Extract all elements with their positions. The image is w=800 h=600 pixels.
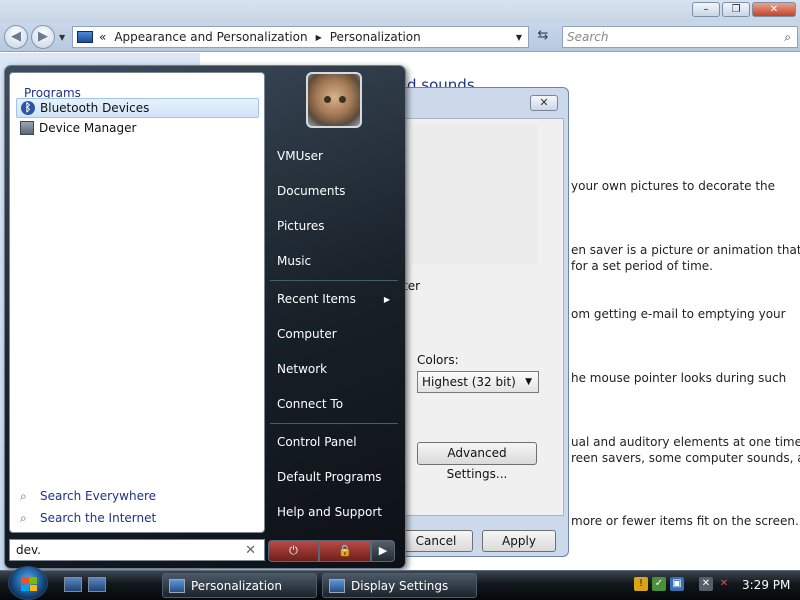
- search-internet-label: Search the Internet: [40, 511, 157, 525]
- program-label: Bluetooth Devices: [40, 101, 150, 115]
- colors-label: Colors:: [417, 353, 459, 367]
- submenu-arrow-icon: ▶: [383, 294, 390, 304]
- screen-saver-description-2: for a set period of time.: [571, 259, 713, 273]
- display-settings-description: more or fewer items fit on the screen.: [571, 514, 799, 528]
- search-everywhere-link[interactable]: ⌕ Search Everywhere: [20, 487, 156, 505]
- navigation-bar: ◀ ▶ ▼ « Appearance and Personalization ▶…: [0, 22, 800, 52]
- start-search-input[interactable]: dev. ✕: [9, 539, 265, 561]
- mouse-pointer-description: he mouse pointer looks during such: [571, 371, 787, 385]
- control-panel-icon: [77, 31, 93, 43]
- search-icon: ⌕: [20, 489, 27, 503]
- start-button[interactable]: [8, 566, 48, 600]
- device-manager-icon: [20, 121, 34, 135]
- menu-item-recent-items[interactable]: Recent Items ▶: [270, 284, 398, 314]
- menu-item-pictures[interactable]: Pictures: [270, 211, 398, 241]
- taskbar-button-personalization[interactable]: Personalization: [162, 573, 317, 598]
- maximize-button[interactable]: ❐: [722, 2, 750, 17]
- network-tray-icon[interactable]: ▣: [670, 577, 684, 591]
- recent-items-label: Recent Items: [277, 292, 356, 306]
- volume-muted-icon[interactable]: ✕: [717, 577, 731, 591]
- chevron-down-icon: ▼: [525, 377, 532, 387]
- menu-divider: [270, 423, 398, 424]
- monitor-preview[interactable]: [411, 125, 538, 265]
- address-bar[interactable]: « Appearance and Personalization ▶ Perso…: [72, 26, 529, 48]
- avatar-eye: [324, 96, 331, 103]
- lock-button[interactable]: 🔒: [319, 540, 371, 562]
- clear-search-icon[interactable]: ✕: [245, 543, 256, 558]
- menu-item-music[interactable]: Music: [270, 246, 398, 276]
- shutdown-options-arrow[interactable]: ▶: [371, 540, 395, 562]
- apply-button[interactable]: Apply: [482, 530, 556, 552]
- menu-item-network[interactable]: Network: [270, 354, 398, 384]
- menu-item-default-programs[interactable]: Default Programs: [270, 462, 398, 492]
- menu-item-user[interactable]: VMUser: [270, 141, 398, 171]
- search-input[interactable]: Search ⌕: [562, 26, 798, 48]
- taskbar-button-display-settings[interactable]: Display Settings: [322, 573, 477, 598]
- program-item-bluetooth[interactable]: ᛒ Bluetooth Devices: [16, 98, 259, 118]
- close-window-button[interactable]: ✕: [752, 2, 796, 17]
- dialog-close-button[interactable]: ✕: [530, 95, 558, 111]
- menu-divider: [270, 280, 398, 281]
- taskbar-button-label: Display Settings: [351, 578, 449, 593]
- breadcrumb-separator-icon[interactable]: ▶: [316, 33, 322, 42]
- breadcrumb-personalization[interactable]: Personalization: [330, 30, 421, 44]
- power-button[interactable]: ⏻: [268, 540, 319, 562]
- window-title-bar: – ❐ ✕: [0, 0, 800, 22]
- program-label: Device Manager: [39, 121, 137, 135]
- display-settings-dialog: ✕ ter Colors: Highest (32 bit) ▼ Advance…: [395, 87, 569, 557]
- start-menu-results-pane: Programs ᛒ Bluetooth Devices Device Mana…: [9, 72, 265, 533]
- advanced-settings-button[interactable]: Advanced Settings...: [417, 442, 537, 481]
- address-dropdown-icon[interactable]: ▼: [516, 33, 522, 42]
- search-placeholder: Search: [567, 30, 609, 44]
- start-menu: Programs ᛒ Bluetooth Devices Device Mana…: [4, 65, 406, 569]
- user-avatar[interactable]: [306, 72, 362, 128]
- search-icon: ⌕: [20, 511, 27, 525]
- colors-value: Highest (32 bit): [422, 375, 516, 389]
- security-alert-icon[interactable]: !: [634, 577, 648, 591]
- clock[interactable]: 3:29 PM: [742, 578, 790, 592]
- back-button[interactable]: ◀: [4, 25, 28, 49]
- breadcrumb-appearance[interactable]: Appearance and Personalization: [114, 30, 307, 44]
- network-disconnected-icon[interactable]: ✕: [699, 577, 713, 591]
- taskbar-button-label: Personalization: [191, 578, 282, 593]
- menu-item-computer[interactable]: Computer: [270, 319, 398, 349]
- show-desktop-icon[interactable]: [64, 577, 82, 592]
- desktop-background-description: your own pictures to decorate the: [571, 179, 776, 193]
- windows-update-icon[interactable]: ✓: [652, 577, 666, 591]
- menu-item-connect-to[interactable]: Connect To: [270, 389, 398, 419]
- search-everywhere-label: Search Everywhere: [40, 489, 156, 503]
- start-search-value: dev.: [16, 543, 41, 557]
- personalization-icon: [169, 578, 185, 593]
- screen-saver-description: en saver is a picture or animation that: [571, 243, 800, 257]
- breadcrumb-prefix[interactable]: «: [99, 30, 106, 44]
- switch-windows-icon[interactable]: [88, 577, 106, 592]
- windows-logo-icon: [21, 577, 37, 591]
- menu-item-control-panel[interactable]: Control Panel: [270, 427, 398, 457]
- power-controls: ⏻ 🔒 ▶: [268, 540, 395, 562]
- window-controls: – ❐ ✕: [692, 2, 796, 17]
- theme-description-2: reen savers, some computer sounds, and: [571, 451, 800, 465]
- refresh-icon[interactable]: ⇆: [532, 28, 554, 46]
- avatar-eye: [339, 96, 346, 103]
- search-icon[interactable]: ⌕: [784, 30, 791, 45]
- menu-item-help-support[interactable]: Help and Support: [270, 497, 398, 527]
- cancel-button[interactable]: Cancel: [399, 530, 473, 552]
- recent-pages-dropdown[interactable]: ▼: [59, 33, 65, 42]
- bluetooth-icon: ᛒ: [21, 101, 35, 115]
- menu-item-documents[interactable]: Documents: [270, 176, 398, 206]
- sounds-description: om getting e-mail to emptying your: [571, 307, 786, 321]
- program-item-device-manager[interactable]: Device Manager: [16, 118, 259, 138]
- colors-select[interactable]: Highest (32 bit) ▼: [417, 371, 539, 393]
- search-internet-link[interactable]: ⌕ Search the Internet: [20, 509, 156, 527]
- minimize-button[interactable]: –: [692, 2, 720, 17]
- theme-description: ual and auditory elements at one time: [571, 435, 800, 449]
- display-settings-icon: [329, 578, 345, 593]
- forward-button[interactable]: ▶: [31, 25, 55, 49]
